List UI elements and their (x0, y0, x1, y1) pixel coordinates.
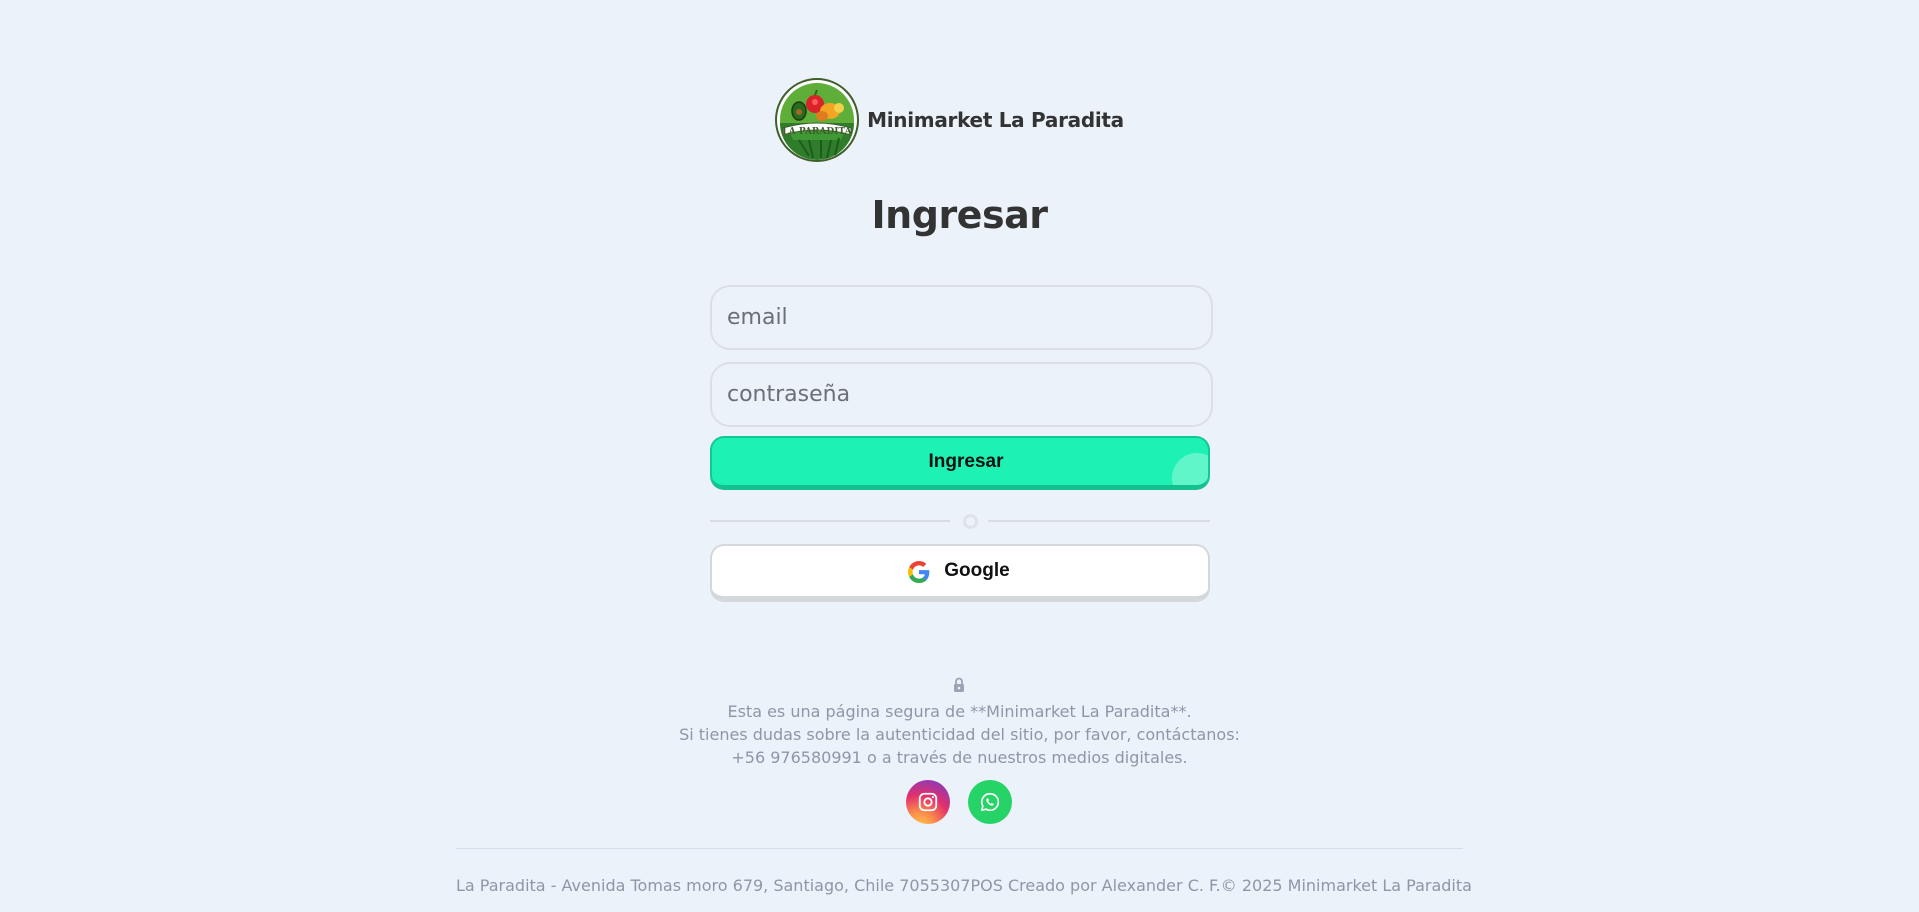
brand-header: LA PARADITA Minimarket La Paradita (0, 78, 1919, 162)
footer: La Paradita - Avenida Tomas moro 679, Sa… (456, 875, 1472, 895)
email-field[interactable] (710, 285, 1213, 350)
instagram-icon (918, 792, 938, 812)
notice-line: +56 976580991 o a través de nuestros med… (731, 748, 1188, 767)
footer-divider (456, 848, 1463, 849)
footer-credit: POS Creado por Alexander C. F. (970, 875, 1221, 895)
login-form: Ingresar Google (710, 285, 1214, 602)
google-icon (908, 561, 930, 583)
password-field[interactable] (710, 362, 1213, 427)
google-login-button[interactable]: Google (710, 544, 1210, 602)
notice-line: Esta es una página segura de **Minimarke… (727, 702, 1192, 721)
footer-copyright: © 2025 Minimarket La Paradita (1220, 875, 1472, 895)
google-button-label: Google (944, 560, 1010, 581)
security-notice: Esta es una página segura de **Minimarke… (0, 700, 1919, 769)
svg-text:LA PARADITA: LA PARADITA (783, 127, 853, 137)
social-links (906, 780, 1012, 824)
lock-icon (954, 677, 964, 692)
brand-name: Minimarket La Paradita (867, 108, 1124, 132)
button-shine (1172, 453, 1208, 485)
divider (710, 511, 1210, 531)
page-title: Ingresar (871, 193, 1048, 237)
la-paradita-logo: LA PARADITA (775, 78, 860, 162)
whatsapp-link[interactable] (968, 780, 1012, 824)
divider-line-right (988, 520, 1210, 522)
instagram-link[interactable] (906, 780, 950, 824)
whatsapp-icon (980, 792, 1000, 812)
login-button-label: Ingresar (928, 450, 1004, 472)
footer-address: La Paradita - Avenida Tomas moro 679, Sa… (456, 875, 971, 895)
divider-line-left (710, 520, 950, 522)
notice-line: Si tienes dudas sobre la autenticidad de… (679, 725, 1240, 744)
divider-ring (963, 514, 978, 529)
login-button[interactable]: Ingresar (710, 436, 1210, 490)
